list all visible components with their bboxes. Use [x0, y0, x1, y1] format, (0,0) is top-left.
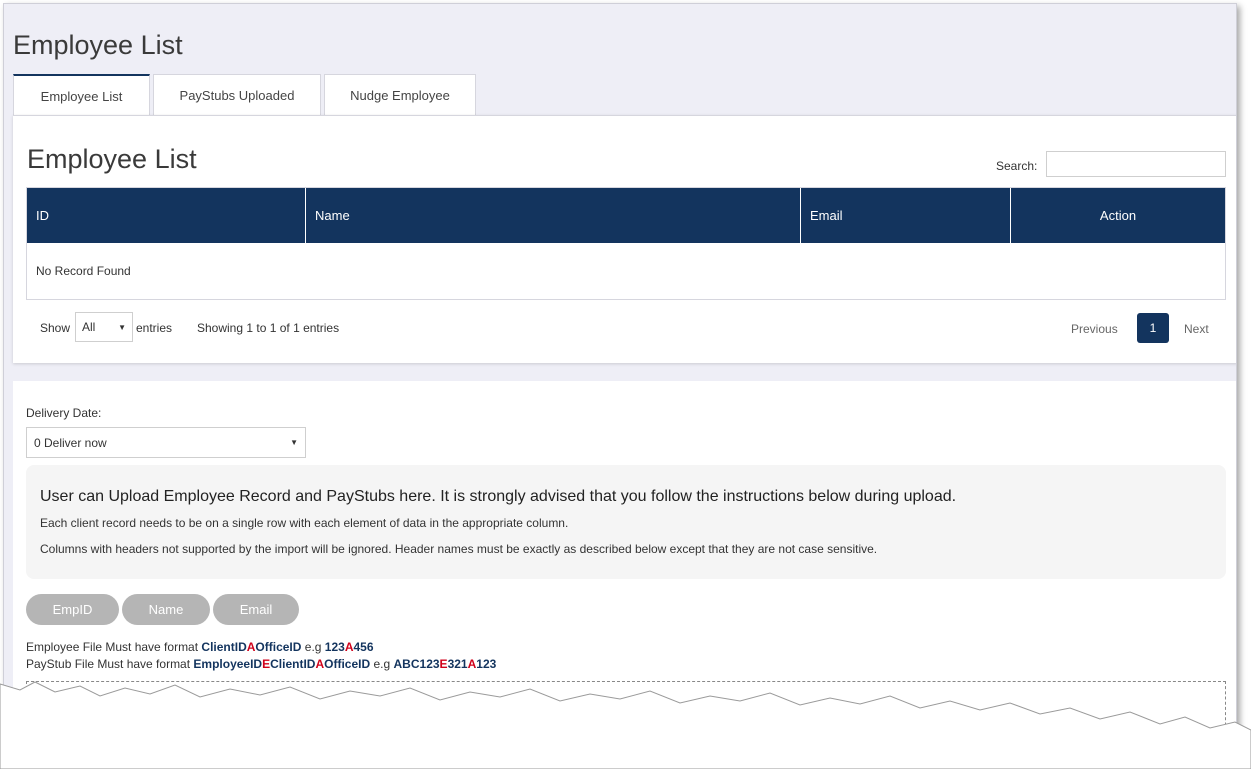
format-part: ClientID: [201, 640, 247, 654]
delivery-date-select[interactable]: 0 Deliver now ▼: [26, 427, 306, 458]
format-part: OfficeID: [324, 657, 371, 671]
column-header-email[interactable]: Email: [801, 188, 1011, 243]
instructions-line-1: Each client record needs to be on a sing…: [40, 516, 569, 530]
table-header: ID Name Email Action: [27, 188, 1225, 243]
next-page-button[interactable]: Next: [1184, 322, 1209, 336]
caret-down-icon: ▼: [118, 322, 126, 332]
format-example: 123: [476, 657, 497, 671]
format-example: ABC123: [393, 657, 440, 671]
showing-info: Showing 1 to 1 of 1 entries: [197, 321, 340, 335]
search-label: Search:: [996, 159, 1038, 173]
format-example: 456: [353, 640, 374, 654]
format-example-separator: A: [467, 657, 477, 671]
panel-title: Employee List: [27, 144, 197, 174]
format-eg-label: e.g: [370, 657, 394, 671]
tab-paystubs-uploaded[interactable]: PayStubs Uploaded: [153, 74, 321, 116]
instructions-title: User can Upload Employee Record and PayS…: [40, 488, 957, 505]
format-separator: A: [315, 657, 325, 671]
show-label: Show: [40, 321, 71, 335]
entries-select-value: All: [82, 320, 96, 334]
format-part: OfficeID: [255, 640, 302, 654]
column-header-id[interactable]: ID: [27, 188, 306, 243]
tab-bar: Employee List PayStubs Uploaded Nudge Em…: [13, 74, 479, 117]
previous-page-button[interactable]: Previous: [1071, 322, 1118, 336]
column-header-action: Action: [1099, 208, 1137, 223]
employee-file-format: Employee File Must have format ClientID A…: [26, 640, 374, 654]
format-prefix: Employee File Must have format: [26, 640, 202, 654]
table-row-empty: No Record Found: [27, 243, 1225, 299]
format-eg-label: e.g: [301, 640, 325, 654]
format-example: 321: [447, 657, 468, 671]
format-part: EmployeeID: [193, 657, 263, 671]
page-title: Employee List: [13, 30, 183, 60]
page-button-1[interactable]: 1: [1137, 313, 1169, 343]
app-window: Employee List Employee List PayStubs Upl…: [3, 3, 1237, 763]
employee-table: ID Name Email Action No Record Found: [26, 187, 1226, 300]
empty-message: No Record Found: [36, 264, 131, 278]
header-pill-email: Email: [213, 594, 299, 625]
format-separator: E: [262, 657, 271, 671]
torn-edge-decoration: [0, 681, 1251, 769]
format-prefix: PayStub File Must have format: [26, 657, 194, 671]
caret-down-icon: ▼: [290, 438, 298, 447]
format-example-separator: E: [439, 657, 448, 671]
format-example-separator: A: [344, 640, 354, 654]
header-pill-name: Name: [122, 594, 210, 625]
instructions-box: User can Upload Employee Record and PayS…: [26, 465, 1226, 579]
column-header-name[interactable]: Name: [306, 188, 801, 243]
paystub-file-format: PayStub File Must have format EmployeeID…: [26, 657, 496, 671]
tab-nudge-employee[interactable]: Nudge Employee: [324, 74, 476, 116]
entries-label: entries: [136, 321, 173, 335]
employee-list-panel: Employee List Search: ID Name Email Acti…: [13, 115, 1236, 363]
entries-select[interactable]: All ▼: [75, 312, 133, 342]
instructions-line-2: Columns with headers not supported by th…: [40, 542, 878, 556]
format-example: 123: [324, 640, 345, 654]
format-part: ClientID: [270, 657, 316, 671]
header-pill-empid: EmpID: [26, 594, 119, 625]
delivery-date-label: Delivery Date:: [26, 406, 102, 420]
delivery-date-value: 0 Deliver now: [34, 435, 107, 450]
tab-employee-list[interactable]: Employee List: [13, 74, 150, 117]
search-input[interactable]: [1046, 151, 1226, 177]
